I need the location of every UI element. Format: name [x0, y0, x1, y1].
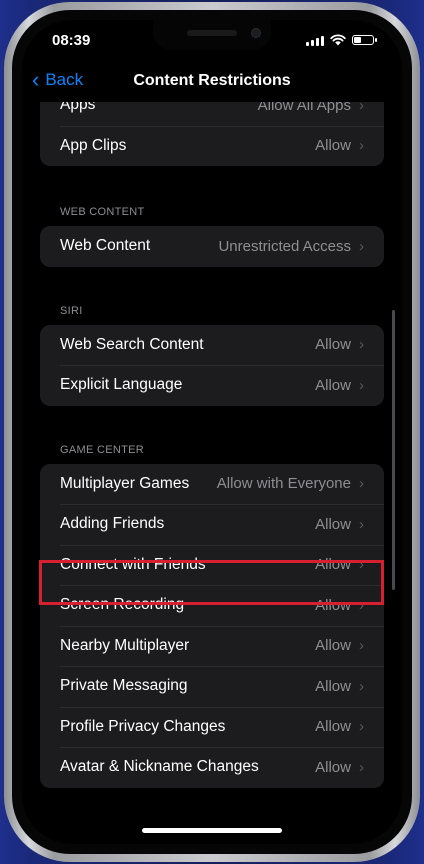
chevron-right-icon: › — [359, 475, 364, 493]
row-value: Allow with Everyone — [216, 475, 351, 493]
screen: 08:39 ‹ Back Content Restrictions Apps A… — [22, 20, 402, 844]
row-private-messaging[interactable]: Private Messaging Allow › — [40, 666, 384, 707]
row-value: Allow — [315, 376, 351, 394]
section-header-siri: SIRI — [60, 304, 83, 317]
wifi-icon — [330, 34, 346, 46]
row-multiplayer-games[interactable]: Multiplayer Games Allow with Everyone › — [40, 464, 384, 505]
chevron-right-icon: › — [359, 758, 364, 776]
battery-level — [354, 37, 361, 43]
chevron-right-icon: › — [359, 637, 364, 655]
row-web-content[interactable]: Web Content Unrestricted Access › — [40, 226, 384, 267]
row-label: Nearby Multiplayer — [60, 636, 190, 654]
status-icons — [306, 34, 377, 46]
settings-list: Apps Allow All Apps › App Clips Allow › WE… — [40, 102, 384, 788]
row-value: Allow — [315, 758, 351, 776]
home-indicator[interactable] — [142, 828, 282, 833]
row-value: Allow — [315, 677, 351, 695]
row-value: Allow — [315, 137, 351, 155]
chevron-right-icon: › — [359, 515, 364, 533]
row-label: Avatar & Nickname Changes — [60, 758, 259, 776]
scrollbar[interactable] — [392, 310, 395, 590]
section-header-game-center: GAME CENTER — [60, 443, 144, 456]
row-value: Allow — [315, 515, 351, 533]
row-label: App Clips — [60, 136, 127, 154]
cellular-signal-icon — [306, 35, 324, 46]
row-apps[interactable]: Apps Allow All Apps › — [40, 102, 384, 126]
row-avatar-nickname-changes[interactable]: Avatar & Nickname Changes Allow › — [40, 747, 384, 788]
speaker-grille — [187, 30, 237, 36]
chevron-right-icon: › — [359, 336, 364, 354]
row-label: Web Content — [60, 237, 151, 255]
row-app-clips[interactable]: App Clips Allow › — [40, 125, 384, 167]
row-label: Adding Friends — [60, 515, 165, 533]
row-value: Unrestricted Access — [218, 237, 351, 255]
apps-group: Apps Allow All Apps › App Clips Allow › — [40, 102, 384, 166]
page-title: Content Restrictions — [133, 72, 291, 89]
row-profile-privacy-changes[interactable]: Profile Privacy Changes Allow › — [40, 706, 384, 748]
battery-icon — [352, 35, 377, 45]
web-content-group: Web Content Unrestricted Access › — [40, 226, 384, 267]
chevron-right-icon: › — [359, 376, 364, 394]
highlight-box — [39, 560, 384, 605]
row-label: Multiplayer Games — [60, 474, 190, 492]
row-label: Profile Privacy Changes — [60, 717, 226, 735]
chevron-right-icon: › — [359, 137, 364, 155]
row-label: Apps — [60, 102, 96, 114]
chevron-right-icon: › — [359, 677, 364, 695]
row-value: Allow — [315, 336, 351, 354]
chevron-right-icon: › — [359, 102, 364, 114]
siri-group: Web Search Content Allow › Explicit Langu… — [40, 324, 384, 406]
row-web-search-content[interactable]: Web Search Content Allow › — [40, 325, 384, 366]
apps-group-container: Apps Allow All Apps › App Clips Allow › — [40, 102, 384, 166]
chevron-right-icon: › — [359, 237, 364, 255]
chevron-right-icon: › — [359, 718, 364, 736]
navigation-bar: ‹ Back Content Restrictions — [22, 68, 402, 98]
row-explicit-language[interactable]: Explicit Language Allow › — [40, 365, 384, 406]
row-value: Allow — [315, 637, 351, 655]
row-value: Allow All Apps — [257, 102, 351, 114]
status-time: 08:39 — [52, 32, 91, 49]
row-label: Explicit Language — [60, 376, 183, 394]
front-camera-icon — [251, 28, 261, 38]
row-label: Private Messaging — [60, 677, 188, 695]
game-center-group: Multiplayer Games Allow with Everyone › A… — [40, 463, 384, 788]
row-label: Web Search Content — [60, 335, 204, 353]
row-value: Allow — [315, 718, 351, 736]
row-adding-friends[interactable]: Adding Friends Allow › — [40, 504, 384, 545]
row-nearby-multiplayer[interactable]: Nearby Multiplayer Allow › — [40, 625, 384, 667]
section-header-web-content: WEB CONTENT — [60, 206, 145, 218]
